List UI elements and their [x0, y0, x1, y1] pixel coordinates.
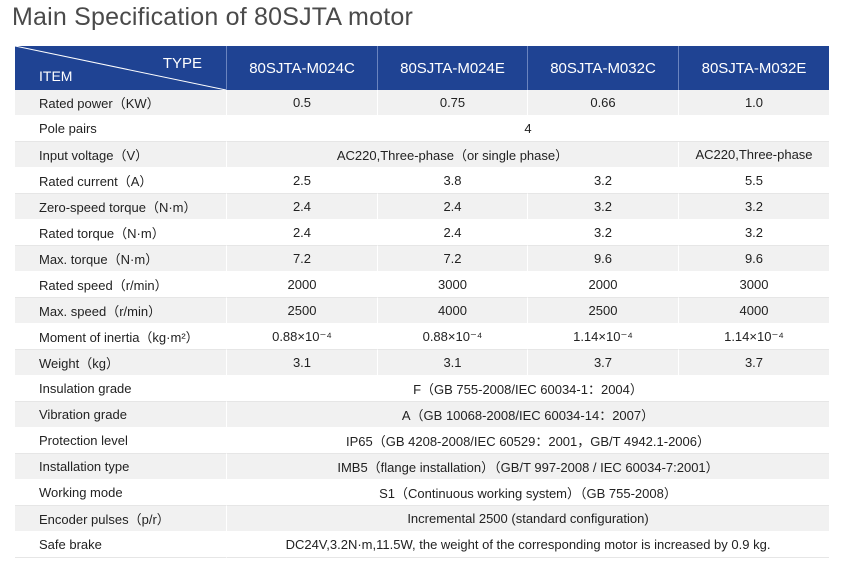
table-row: Pole pairs 4: [15, 116, 829, 142]
table-row: Insulation grade F（GB 755-2008/IEC 60034…: [15, 376, 829, 402]
cell-value: 3.1: [377, 350, 527, 376]
row-label: Safe brake: [15, 532, 226, 558]
cell-value: AC220,Three-phase: [678, 142, 829, 168]
cell-value: 2000: [226, 272, 377, 298]
cell-value: 3.2: [527, 194, 678, 220]
cell-value: 0.88×10⁻⁴: [226, 324, 377, 350]
cell-value: 4000: [377, 298, 527, 324]
table-row: Installation type IMB5（flange installati…: [15, 454, 829, 480]
cell-value: 1.14×10⁻⁴: [678, 324, 829, 350]
row-label: Installation type: [15, 454, 226, 480]
cell-value: 3.2: [527, 168, 678, 194]
cell-value: 0.75: [377, 90, 527, 116]
cell-value: 3.8: [377, 168, 527, 194]
cell-value: Incremental 2500 (standard configuration…: [226, 506, 829, 532]
row-label: Protection level: [15, 428, 226, 454]
table-row: Input voltage（V） AC220,Three-phase（or si…: [15, 142, 829, 168]
cell-value: 3.7: [527, 350, 678, 376]
table-row: Rated torque（N·m） 2.4 2.4 3.2 3.2: [15, 220, 829, 246]
cell-value: 3.2: [678, 220, 829, 246]
model-header: 80SJTA-M032E: [678, 46, 829, 90]
cell-value: 2.4: [377, 194, 527, 220]
header-corner-cell: TYPE ITEM: [15, 46, 226, 90]
cell-value: 0.5: [226, 90, 377, 116]
table-row: Moment of inertia（kg·m²） 0.88×10⁻⁴ 0.88×…: [15, 324, 829, 350]
cell-value: 7.2: [377, 246, 527, 272]
cell-value: 3000: [678, 272, 829, 298]
cell-value: S1（Continuous working system）（GB 755-200…: [226, 480, 829, 506]
cell-value: 5.5: [678, 168, 829, 194]
cell-value: DC24V,3.2N·m,11.5W, the weight of the co…: [226, 532, 829, 558]
page-title: Main Specification of 80SJTA motor: [12, 3, 413, 31]
cell-value: 3.2: [527, 220, 678, 246]
row-label: Rated current（A）: [15, 168, 226, 194]
row-label: Rated torque（N·m）: [15, 220, 226, 246]
table-row: Vibration grade A（GB 10068-2008/IEC 6003…: [15, 402, 829, 428]
row-label: Rated speed（r/min）: [15, 272, 226, 298]
cell-value: 7.2: [226, 246, 377, 272]
table-row: Safe brake DC24V,3.2N·m,11.5W, the weigh…: [15, 532, 829, 558]
cell-value: 9.6: [527, 246, 678, 272]
cell-value: 3000: [377, 272, 527, 298]
cell-value: 0.66: [527, 90, 678, 116]
cell-value: 4: [226, 116, 829, 142]
table-row: Working mode S1（Continuous working syste…: [15, 480, 829, 506]
row-label: Rated power（KW）: [15, 90, 226, 116]
row-label: Pole pairs: [15, 116, 226, 142]
item-header-label: ITEM: [39, 68, 73, 84]
cell-value: 2.4: [226, 220, 377, 246]
row-label: Max. speed（r/min）: [15, 298, 226, 324]
row-label: Input voltage（V）: [15, 142, 226, 168]
cell-value: F（GB 755-2008/IEC 60034-1：2004）: [226, 376, 829, 402]
row-label: Max. torque（N·m）: [15, 246, 226, 272]
row-label: Encoder pulses（p/r）: [15, 506, 226, 532]
cell-value: 1.0: [678, 90, 829, 116]
cell-value: 1.14×10⁻⁴: [527, 324, 678, 350]
cell-value: 4000: [678, 298, 829, 324]
cell-value: IMB5（flange installation）（GB/T 997-2008 …: [226, 454, 829, 480]
cell-value: 2000: [527, 272, 678, 298]
row-label: Zero-speed torque（N·m）: [15, 194, 226, 220]
table-row: Protection level IP65（GB 4208-2008/IEC 6…: [15, 428, 829, 454]
specification-table: TYPE ITEM 80SJTA-M024C 80SJTA-M024E 80SJ…: [15, 46, 829, 558]
cell-value: 2.5: [226, 168, 377, 194]
model-header: 80SJTA-M032C: [527, 46, 678, 90]
table-row: Rated current（A） 2.5 3.8 3.2 5.5: [15, 168, 829, 194]
cell-value: IP65（GB 4208-2008/IEC 60529：2001，GB/T 49…: [226, 428, 829, 454]
table-row: Encoder pulses（p/r） Incremental 2500 (st…: [15, 506, 829, 532]
model-header: 80SJTA-M024C: [226, 46, 377, 90]
cell-value: 2500: [527, 298, 678, 324]
cell-value: 3.2: [678, 194, 829, 220]
table-row: Weight（kg） 3.1 3.1 3.7 3.7: [15, 350, 829, 376]
cell-value: A（GB 10068-2008/IEC 60034-14：2007）: [226, 402, 829, 428]
table-row: Rated power（KW） 0.5 0.75 0.66 1.0: [15, 90, 829, 116]
cell-value: 2500: [226, 298, 377, 324]
model-header: 80SJTA-M024E: [377, 46, 527, 90]
table-row: Max. speed（r/min） 2500 4000 2500 4000: [15, 298, 829, 324]
cell-value: AC220,Three-phase（or single phase）: [226, 142, 678, 168]
row-label: Insulation grade: [15, 376, 226, 402]
cell-value: 3.7: [678, 350, 829, 376]
row-label: Working mode: [15, 480, 226, 506]
table-row: Max. torque（N·m） 7.2 7.2 9.6 9.6: [15, 246, 829, 272]
table-header-row: TYPE ITEM 80SJTA-M024C 80SJTA-M024E 80SJ…: [15, 46, 829, 90]
type-header-label: TYPE: [162, 55, 202, 72]
cell-value: 2.4: [226, 194, 377, 220]
row-label: Moment of inertia（kg·m²）: [15, 324, 226, 350]
row-label: Vibration grade: [15, 402, 226, 428]
table-row: Rated speed（r/min） 2000 3000 2000 3000: [15, 272, 829, 298]
cell-value: 2.4: [377, 220, 527, 246]
cell-value: 3.1: [226, 350, 377, 376]
cell-value: 9.6: [678, 246, 829, 272]
table-row: Zero-speed torque（N·m） 2.4 2.4 3.2 3.2: [15, 194, 829, 220]
row-label: Weight（kg）: [15, 350, 226, 376]
cell-value: 0.88×10⁻⁴: [377, 324, 527, 350]
